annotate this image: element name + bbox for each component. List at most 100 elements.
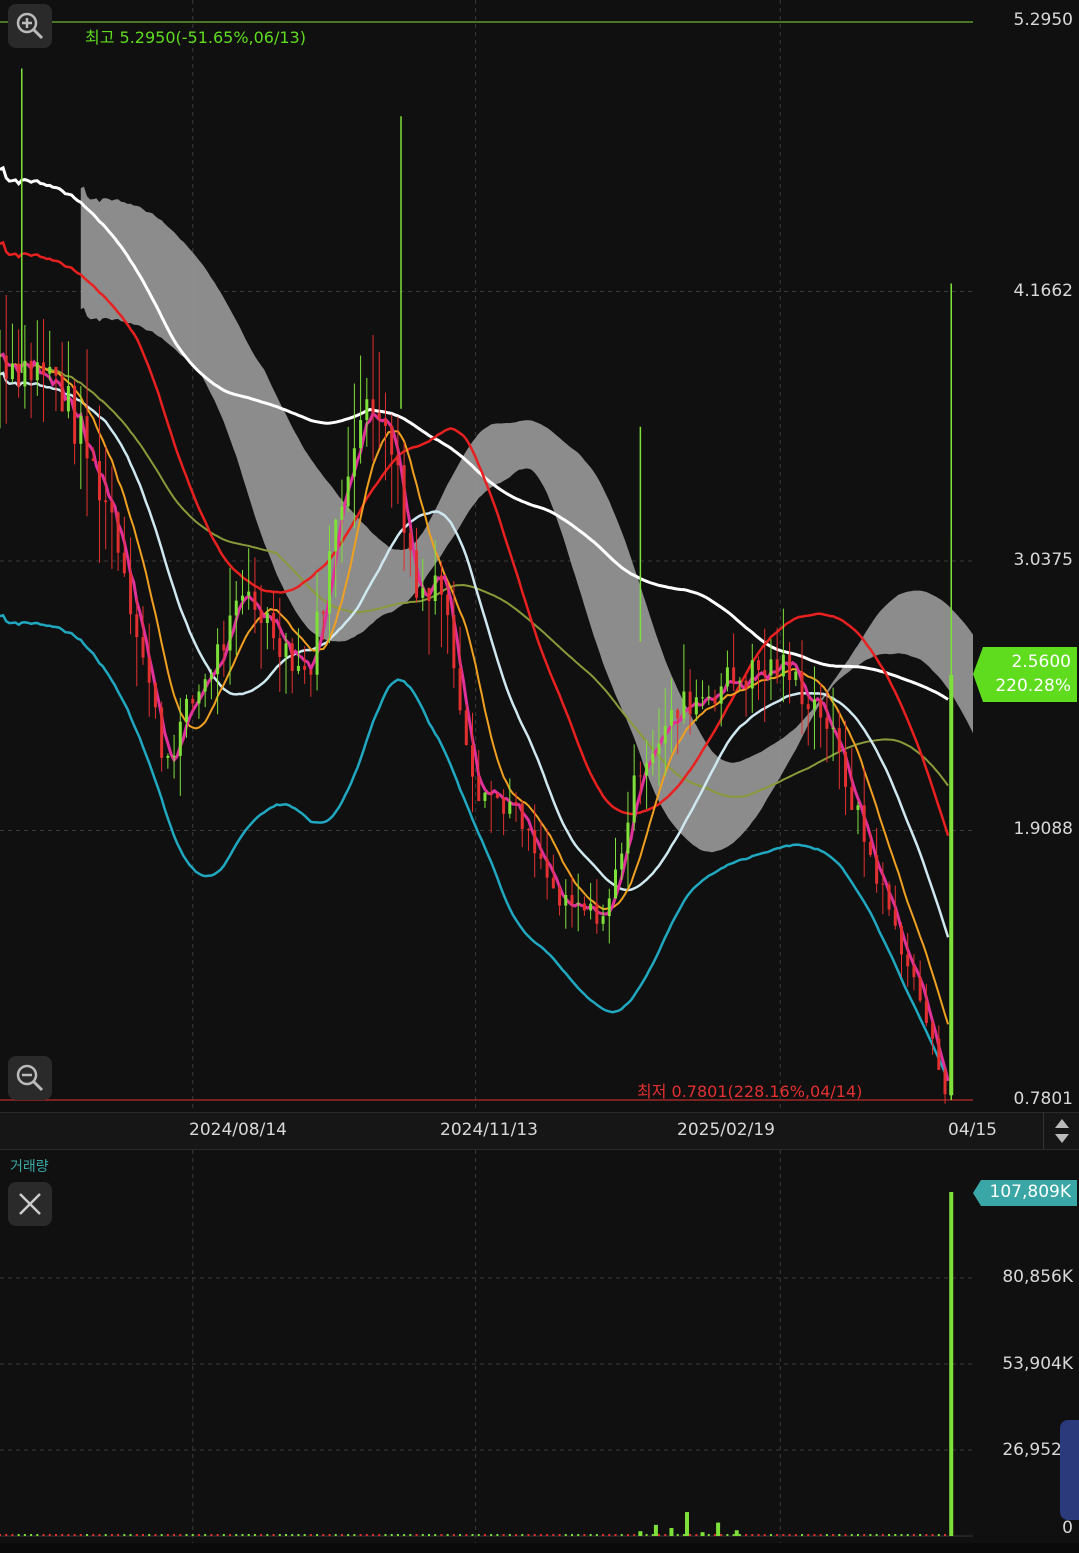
volume-bar bbox=[776, 1534, 779, 1536]
candle-body bbox=[408, 532, 412, 551]
volume-bar bbox=[738, 1534, 741, 1536]
price-chart[interactable] bbox=[0, 0, 973, 1110]
candle-body bbox=[91, 458, 95, 462]
volume-bar bbox=[272, 1534, 275, 1536]
volume-bar bbox=[658, 1534, 661, 1536]
candle-body bbox=[365, 399, 369, 421]
volume-bar bbox=[67, 1534, 70, 1536]
volume-bar bbox=[552, 1534, 555, 1536]
candle-body bbox=[526, 828, 530, 831]
volume-bar bbox=[284, 1534, 287, 1536]
volume-bar bbox=[900, 1534, 903, 1536]
volume-bar bbox=[446, 1534, 449, 1536]
candle-body bbox=[533, 830, 537, 854]
candle-body bbox=[97, 461, 101, 501]
candle-body bbox=[744, 680, 748, 689]
zoom-out-button[interactable] bbox=[8, 1056, 52, 1100]
candle-body bbox=[887, 884, 891, 910]
axis-scroll-toggle[interactable] bbox=[1043, 1113, 1079, 1149]
volume-bar bbox=[633, 1534, 636, 1536]
candle-body bbox=[508, 802, 512, 814]
candle-body bbox=[831, 728, 835, 730]
volume-bar bbox=[832, 1534, 835, 1536]
volume-bar bbox=[148, 1534, 151, 1536]
candle-body bbox=[614, 869, 618, 899]
candle-body bbox=[738, 680, 742, 683]
volume-bar bbox=[42, 1534, 45, 1536]
candle-body bbox=[284, 643, 288, 658]
candle-body bbox=[694, 697, 698, 715]
x-tick-label: 2024/11/13 bbox=[440, 1120, 538, 1140]
candle-body bbox=[172, 755, 176, 757]
candle-body bbox=[303, 665, 307, 670]
volume-bar bbox=[875, 1534, 878, 1536]
candle-body bbox=[315, 611, 319, 675]
candle-body bbox=[247, 591, 251, 596]
volume-bar bbox=[844, 1534, 847, 1536]
date-axis[interactable]: 2024/08/14 2024/11/13 2025/02/19 04/15 bbox=[0, 1112, 1079, 1150]
candle-body bbox=[85, 416, 89, 459]
volume-bar bbox=[813, 1534, 816, 1536]
x-tick-label: 2024/08/14 bbox=[189, 1120, 287, 1140]
candle-body bbox=[23, 360, 27, 387]
volume-bar bbox=[434, 1534, 437, 1536]
volume-bar bbox=[638, 1531, 643, 1536]
volume-bar bbox=[608, 1534, 611, 1536]
candle-body bbox=[147, 657, 151, 683]
zoom-in-button[interactable] bbox=[8, 4, 52, 48]
candle-body bbox=[906, 954, 910, 967]
volume-bar bbox=[763, 1534, 766, 1536]
volume-bar bbox=[589, 1534, 592, 1536]
candle-body bbox=[570, 895, 574, 904]
volume-bar bbox=[769, 1534, 772, 1536]
candle-body bbox=[825, 717, 829, 729]
candle-body bbox=[539, 853, 543, 859]
volume-bar bbox=[533, 1534, 536, 1536]
volume-bar bbox=[30, 1534, 33, 1536]
volume-chart[interactable] bbox=[0, 1150, 973, 1543]
zoom-in-icon bbox=[16, 12, 44, 40]
candle-body bbox=[203, 679, 207, 692]
candle-body bbox=[321, 611, 325, 614]
volume-bar bbox=[496, 1534, 499, 1536]
candle-body bbox=[402, 465, 406, 533]
candle-body bbox=[464, 710, 468, 746]
volume-bar bbox=[92, 1534, 95, 1536]
candle-body bbox=[837, 728, 841, 752]
volume-bar bbox=[427, 1534, 430, 1536]
y-tick-label: 5.2950 bbox=[1013, 10, 1073, 30]
volume-bar bbox=[888, 1534, 891, 1536]
candle-body bbox=[676, 709, 680, 719]
volume-bar bbox=[664, 1534, 667, 1536]
candle-body bbox=[228, 615, 232, 651]
candle-body bbox=[551, 877, 555, 889]
price-y-axis[interactable]: 5.2950 4.1662 3.0375 1.9088 0.7801 bbox=[973, 0, 1079, 1110]
candle-body bbox=[924, 1000, 928, 1023]
volume-bar bbox=[794, 1534, 797, 1536]
volume-bar bbox=[229, 1534, 232, 1536]
candle-body bbox=[769, 659, 773, 676]
candle-body bbox=[415, 550, 419, 598]
candle-body bbox=[937, 1038, 941, 1070]
volume-bar bbox=[819, 1534, 822, 1536]
x-tick-label: 2025/02/19 bbox=[677, 1120, 775, 1140]
volume-bar bbox=[98, 1534, 101, 1536]
volume-bar bbox=[0, 1534, 1, 1536]
side-panel-handle[interactable] bbox=[1060, 1420, 1079, 1520]
close-volume-button[interactable] bbox=[8, 1182, 52, 1226]
candle-body bbox=[222, 644, 226, 651]
candle-body bbox=[750, 660, 754, 689]
candle-body bbox=[819, 699, 823, 718]
candle-body bbox=[514, 802, 518, 804]
volume-bar bbox=[676, 1534, 679, 1536]
volume-bar bbox=[716, 1522, 721, 1536]
volume-bar bbox=[216, 1534, 219, 1536]
volume-bar bbox=[626, 1534, 629, 1536]
volume-bar bbox=[309, 1534, 312, 1536]
volume-bar bbox=[204, 1534, 207, 1536]
volume-bar bbox=[906, 1534, 909, 1536]
volume-bar bbox=[527, 1534, 530, 1536]
candle-body bbox=[632, 775, 636, 823]
candle-body bbox=[66, 386, 70, 412]
volume-bar bbox=[614, 1534, 617, 1536]
